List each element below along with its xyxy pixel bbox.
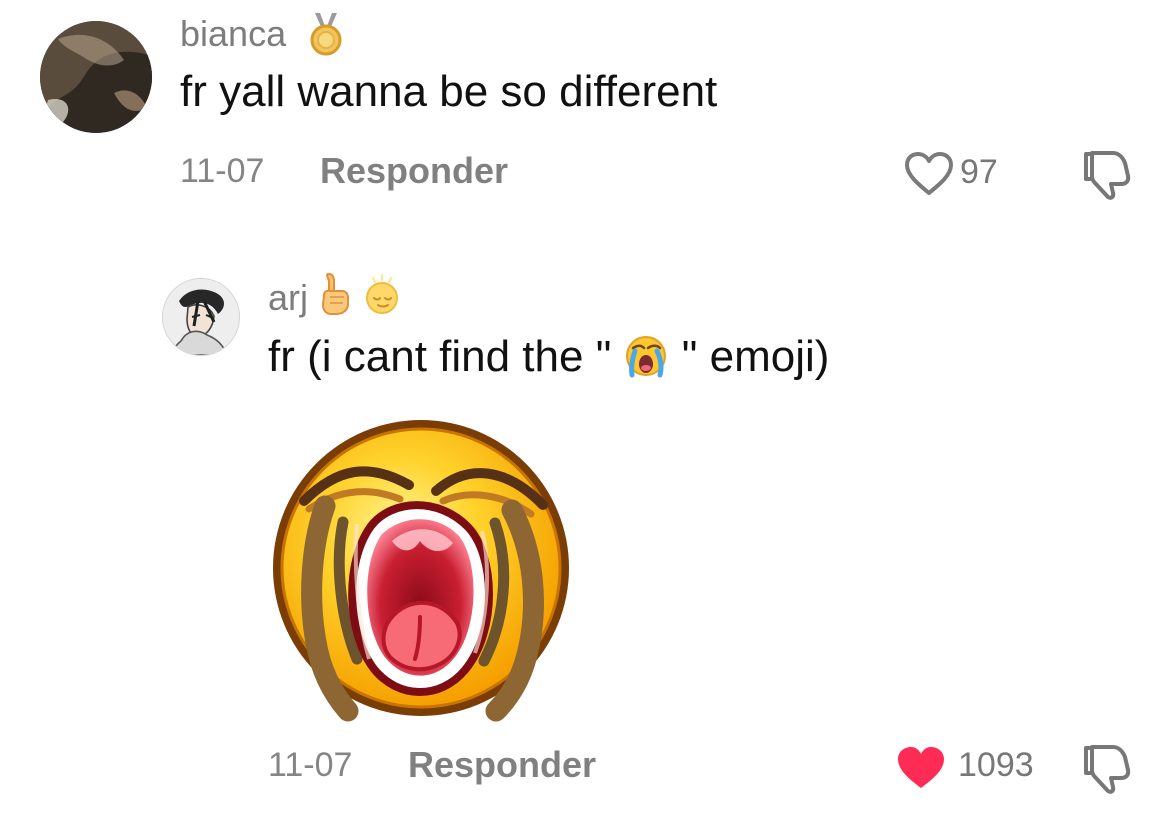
reply-button[interactable]: Responder <box>408 745 596 785</box>
comments-screen: bianca fr yall wanna be so different 11-… <box>0 0 1170 832</box>
loudly-crying-face-icon <box>625 336 666 378</box>
heart-outline-icon[interactable] <box>902 150 956 198</box>
comment-text-after-emoji: " emoji) <box>681 332 830 381</box>
pointing-up-icon <box>321 272 349 315</box>
comment-text: fr yall wanna be so different <box>180 67 718 116</box>
crying-face-sticker <box>273 420 569 722</box>
like-count: 97 <box>960 153 998 191</box>
comment-text: fr (i cant find the " " emoji) <box>268 331 829 383</box>
comment-date: 11-07 <box>268 746 353 784</box>
like-count: 1093 <box>958 746 1034 784</box>
sleepy-face-icon <box>366 274 398 314</box>
avatar-image-icon <box>40 21 152 133</box>
user-avatar[interactable] <box>162 278 240 356</box>
comment-bianca: bianca fr yall wanna be so different 11-… <box>0 0 1170 240</box>
medal-icon <box>310 13 342 56</box>
dislike-icon[interactable] <box>1078 148 1132 200</box>
comment-text-before-emoji: fr (i cant find the " <box>268 332 612 381</box>
comment-username[interactable]: bianca <box>180 14 286 54</box>
heart-filled-icon[interactable] <box>894 744 948 792</box>
comment-arj: arj fr (i cant find the " " emoji) 11-07… <box>0 245 1170 832</box>
comment-date: 11-07 <box>180 152 265 190</box>
anime-avatar-image-icon <box>163 279 239 355</box>
user-avatar[interactable] <box>40 21 152 133</box>
reply-button[interactable]: Responder <box>320 151 508 191</box>
comment-username[interactable]: arj <box>268 278 308 318</box>
dislike-icon[interactable] <box>1078 742 1132 794</box>
